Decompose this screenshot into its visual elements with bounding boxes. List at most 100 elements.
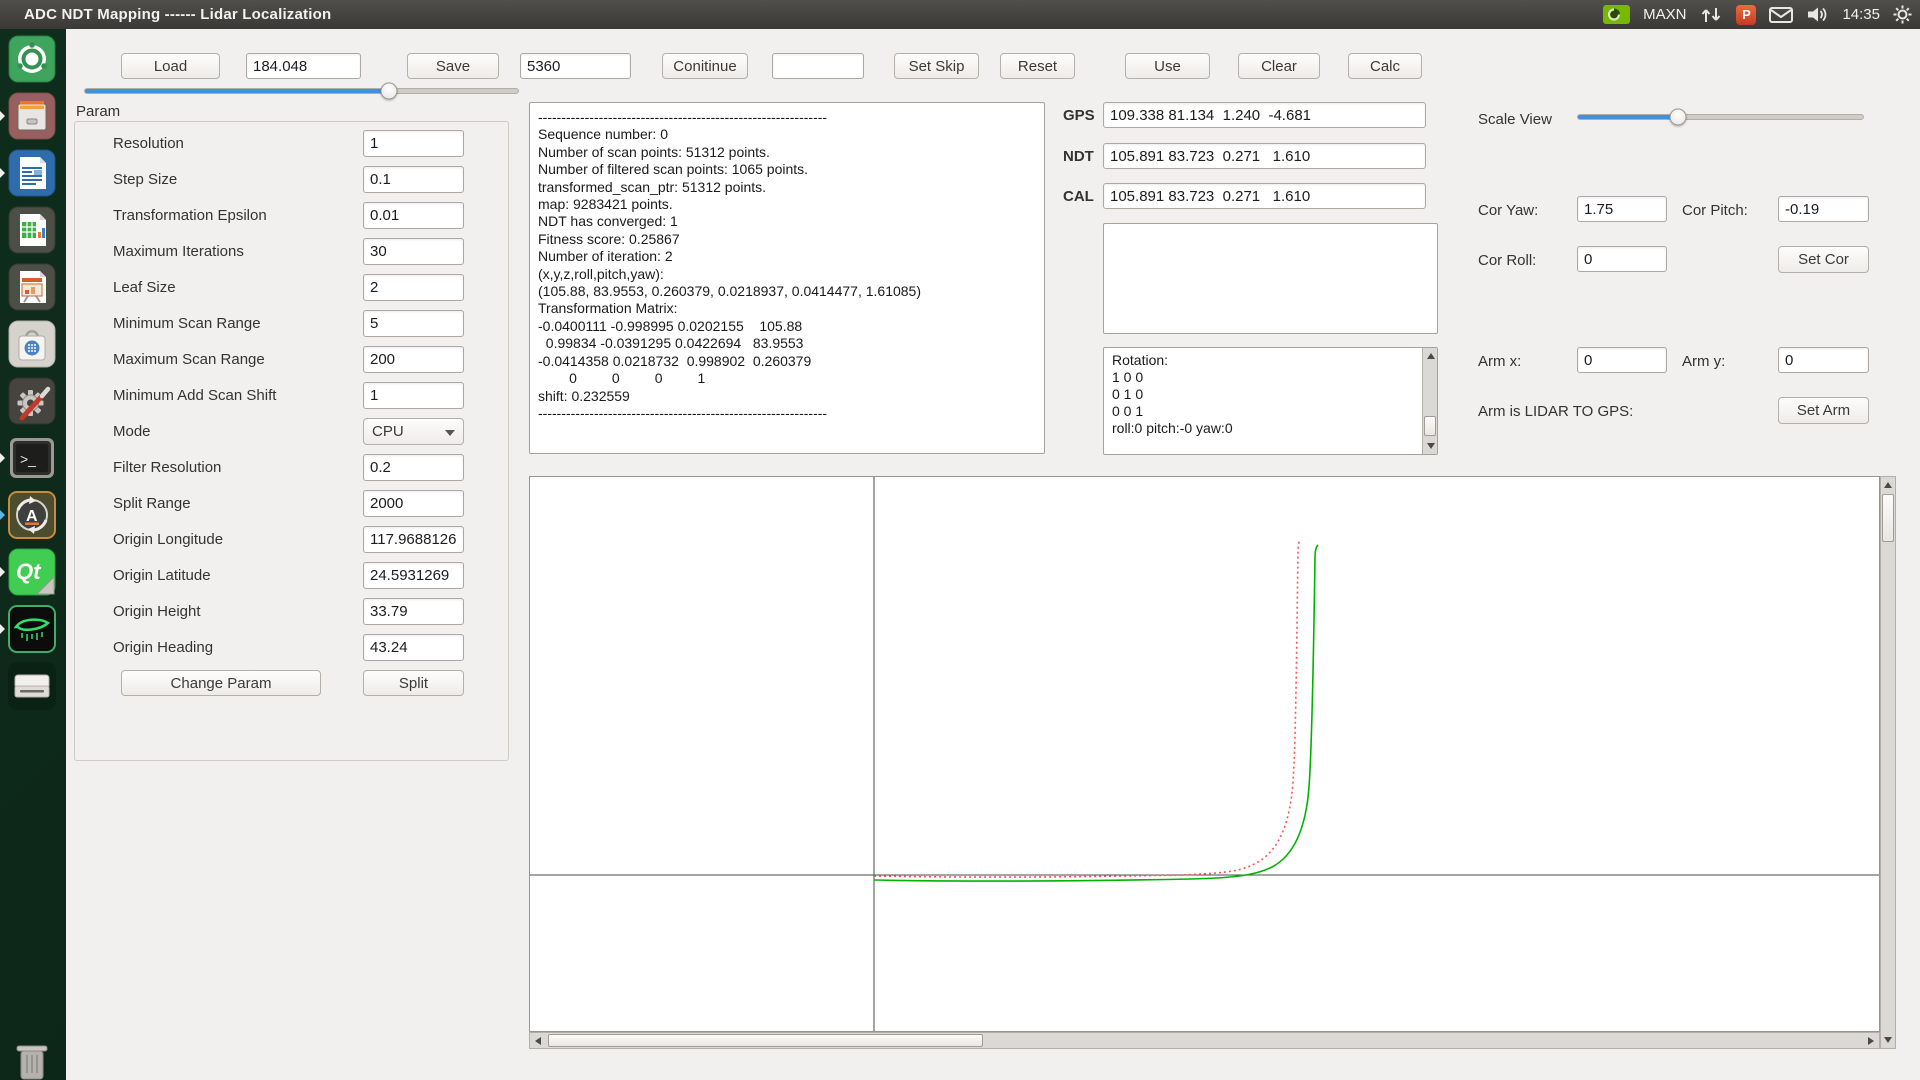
sequence-slider-knob[interactable] (381, 83, 398, 100)
maximum-scan-range-field[interactable] (363, 346, 464, 373)
param-group: Resolution Step Size Transformation Epsi… (74, 121, 509, 761)
ndt-field[interactable] (1103, 143, 1426, 169)
dock-terminal[interactable]: >_ (8, 434, 56, 482)
log-text: ----------------------------------------… (530, 103, 1044, 428)
volume-icon[interactable] (1806, 6, 1829, 23)
origin-height-field[interactable] (363, 598, 464, 625)
scrollbar-handle[interactable] (548, 1034, 983, 1047)
ndt-track-line (874, 545, 1318, 881)
cor-pitch-field[interactable] (1778, 196, 1869, 222)
arm-x-field[interactable] (1577, 347, 1667, 373)
scroll-down-icon[interactable] (1884, 1037, 1892, 1043)
arm-note-label: Arm is LIDAR TO GPS: (1478, 403, 1633, 420)
gps-field[interactable] (1103, 102, 1426, 128)
sequence-slider[interactable] (84, 88, 519, 94)
dock-file-manager[interactable] (8, 92, 56, 140)
scroll-right-icon[interactable] (1868, 1037, 1874, 1045)
reset-button[interactable]: Reset (1000, 53, 1075, 79)
mode-dropdown[interactable]: CPU (363, 418, 464, 445)
param-label: Origin Height (113, 603, 201, 620)
log-output[interactable]: ----------------------------------------… (529, 102, 1045, 454)
gps-label: GPS (1063, 107, 1095, 124)
set-cor-button[interactable]: Set Cor (1778, 246, 1869, 273)
continue-button[interactable]: Conitinue (662, 53, 748, 79)
cor-yaw-field[interactable] (1577, 196, 1667, 222)
pinyin-input-icon[interactable]: P (1736, 5, 1756, 25)
set-arm-button[interactable]: Set Arm (1778, 397, 1869, 424)
arm-y-field[interactable] (1778, 347, 1869, 373)
dock-system-settings[interactable] (8, 377, 56, 425)
transformation-epsilon-field[interactable] (363, 202, 464, 229)
gps-track-line (874, 539, 1300, 877)
svg-text:>_: >_ (20, 451, 36, 467)
scroll-up-icon[interactable] (1884, 482, 1892, 488)
use-button[interactable]: Use (1125, 53, 1210, 79)
mail-icon[interactable] (1769, 7, 1793, 23)
continue-value-field[interactable] (772, 53, 864, 79)
chevron-down-icon (445, 430, 455, 436)
origin-longitude-field[interactable] (363, 526, 464, 553)
dock-software-updater[interactable]: A (8, 491, 56, 539)
clear-button[interactable]: Clear (1238, 53, 1320, 79)
filter-resolution-field[interactable] (363, 454, 464, 481)
window-title: ADC NDT Mapping ------ Lidar Localizatio… (24, 6, 331, 23)
cor-yaw-label: Cor Yaw: (1478, 202, 1538, 219)
dock-libreoffice-writer[interactable] (8, 149, 56, 197)
maximum-iterations-field[interactable] (363, 238, 464, 265)
origin-latitude-field[interactable] (363, 562, 464, 589)
step-size-field[interactable] (363, 166, 464, 193)
gpu-mode-label[interactable]: MAXN (1643, 6, 1686, 23)
origin-heading-field[interactable] (363, 634, 464, 661)
split-range-field[interactable] (363, 490, 464, 517)
param-label: Minimum Add Scan Shift (113, 387, 276, 404)
running-indicator-active (0, 510, 5, 520)
dock-ubuntu-dash[interactable] (8, 35, 56, 83)
map-plot-canvas[interactable] (529, 476, 1880, 1032)
save-value-field[interactable] (520, 53, 631, 79)
dock-lidar-viewer[interactable] (8, 605, 56, 653)
nvidia-logo-icon[interactable] (1603, 5, 1630, 24)
dock-qt-creator[interactable]: Qt (8, 548, 56, 596)
dock-libreoffice-calc[interactable] (8, 206, 56, 254)
updown-arrows-icon[interactable] (1699, 6, 1723, 24)
scroll-left-icon[interactable] (535, 1037, 541, 1045)
split-button[interactable]: Split (363, 670, 464, 696)
change-param-button[interactable]: Change Param (121, 670, 321, 696)
param-label: Origin Heading (113, 639, 213, 656)
scroll-up-icon[interactable] (1427, 353, 1435, 359)
clock-label[interactable]: 14:35 (1842, 6, 1880, 23)
scrollbar-handle[interactable] (1882, 494, 1894, 542)
leaf-size-field[interactable] (363, 274, 464, 301)
save-button[interactable]: Save (407, 53, 499, 79)
rotation-text: Rotation: 1 0 0 0 1 0 0 0 1 roll:0 pitch… (1104, 348, 1437, 441)
svg-text:A: A (26, 508, 38, 525)
session-gear-icon[interactable] (1893, 5, 1912, 24)
dock-disk-drive[interactable] (8, 662, 56, 710)
rotation-output[interactable]: Rotation: 1 0 0 0 1 0 0 0 1 roll:0 pitch… (1103, 347, 1438, 455)
param-label: Origin Latitude (113, 567, 211, 584)
param-group-title: Param (76, 103, 120, 120)
plot-hscrollbar[interactable] (529, 1032, 1880, 1049)
load-button[interactable]: Load (121, 53, 220, 79)
rotation-scrollbar[interactable] (1422, 348, 1437, 454)
set-skip-button[interactable]: Set Skip (894, 53, 979, 79)
dock-libreoffice-impress[interactable] (8, 263, 56, 311)
dock-trash[interactable] (8, 1041, 56, 1080)
cor-roll-label: Cor Roll: (1478, 252, 1536, 269)
cal-field[interactable] (1103, 183, 1426, 209)
dock-ubuntu-software[interactable] (8, 320, 56, 368)
calc-button[interactable]: Calc (1348, 53, 1422, 79)
resolution-field[interactable] (363, 130, 464, 157)
plot-vscrollbar[interactable] (1880, 476, 1896, 1049)
top-menubar: ADC NDT Mapping ------ Lidar Localizatio… (0, 0, 1920, 29)
minimum-scan-range-field[interactable] (363, 310, 464, 337)
scroll-down-icon[interactable] (1427, 443, 1435, 449)
scale-slider-knob[interactable] (1670, 109, 1687, 126)
scrollbar-handle[interactable] (1424, 416, 1436, 436)
scale-slider[interactable] (1577, 114, 1864, 120)
load-value-field[interactable] (246, 53, 361, 79)
minimum-add-scan-shift-field[interactable] (363, 382, 464, 409)
param-label: Origin Longitude (113, 531, 223, 548)
arm-y-label: Arm y: (1682, 353, 1725, 370)
cor-roll-field[interactable] (1577, 246, 1667, 272)
